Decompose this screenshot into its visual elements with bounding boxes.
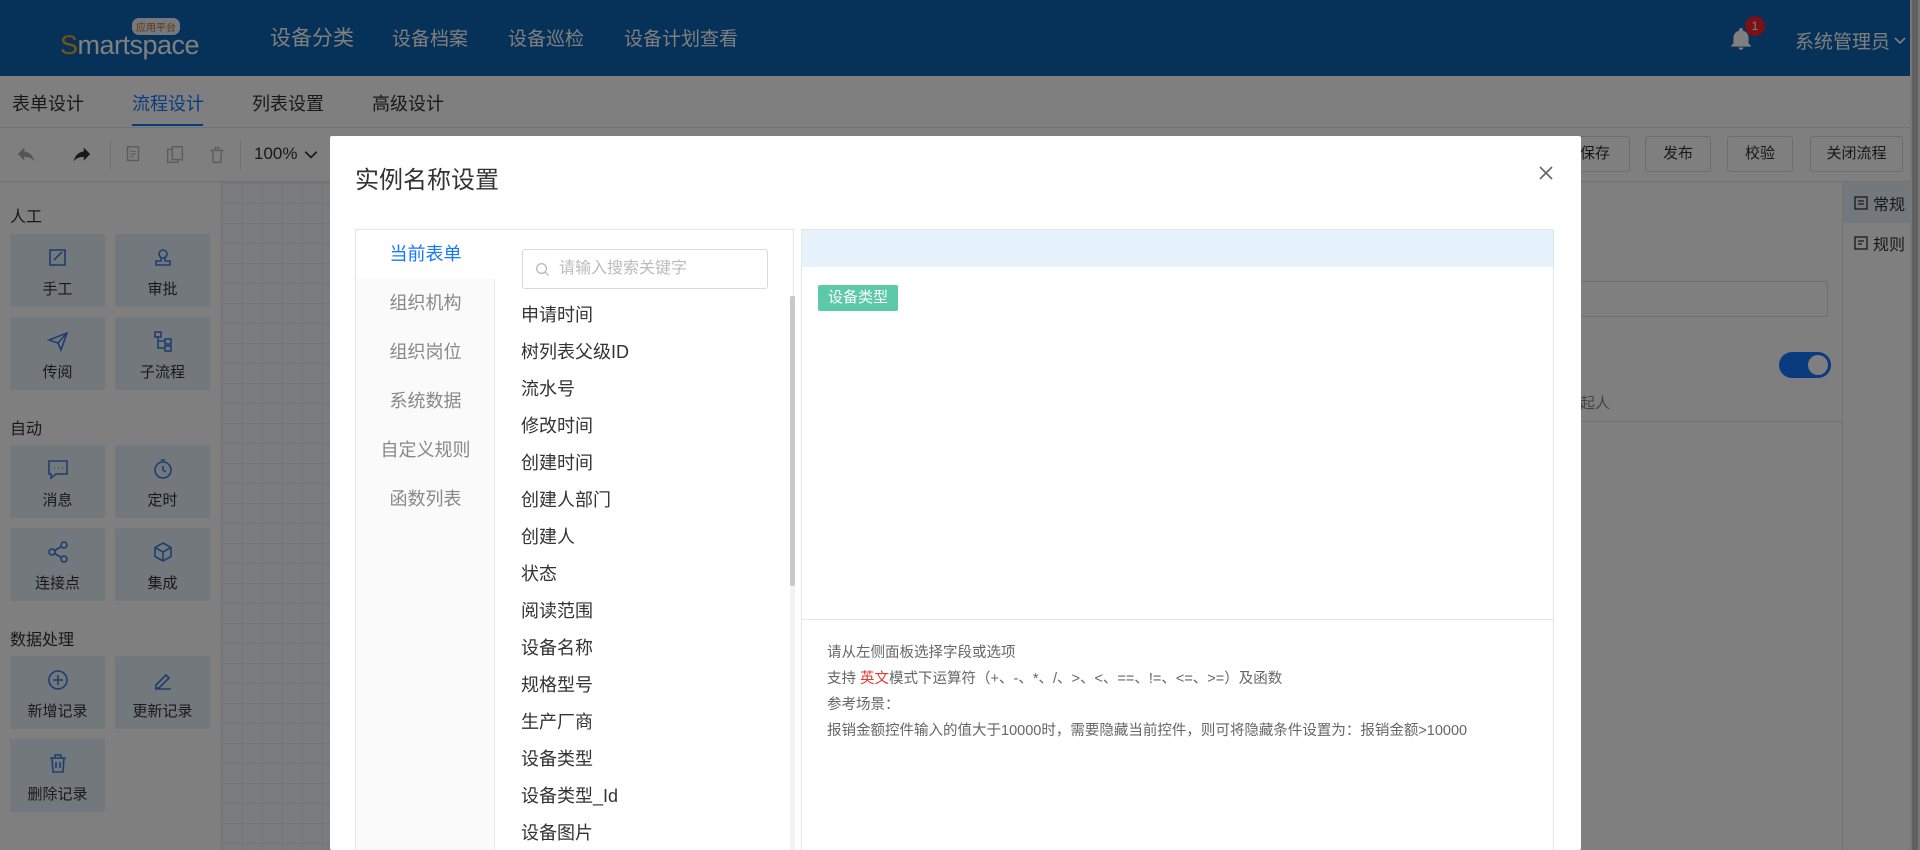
list-item[interactable]: 修改时间 bbox=[521, 408, 593, 445]
list-item[interactable]: 创建人 bbox=[521, 519, 575, 556]
help-text-line: 支持 英文模式下运算符（+、-、*、/、>、<、==、!=、<=、>=）及函数 bbox=[827, 671, 1283, 687]
editor-header bbox=[802, 230, 1553, 267]
list-item[interactable]: 流水号 bbox=[521, 371, 575, 408]
category-list: 当前表单 组织机构 组织岗位 系统数据 自定义规则 函数列表 bbox=[356, 230, 495, 850]
dialog-title: 实例名称设置 bbox=[355, 167, 499, 194]
selected-field-chip[interactable]: 设备类型 bbox=[818, 285, 899, 311]
field-picker: 当前表单 组织机构 组织岗位 系统数据 自定义规则 函数列表 申请时间 树列表父… bbox=[355, 229, 795, 850]
help-text-line: 报销金额控件输入的值大于10000时，需要隐藏当前控件，则可将隐藏条件设置为：报… bbox=[827, 723, 1468, 739]
category-organization[interactable]: 组织机构 bbox=[356, 279, 495, 328]
expression-editor[interactable]: 设备类型 请从左侧面板选择字段或选项 支持 英文模式下运算符（+、-、*、/、>… bbox=[801, 229, 1554, 850]
list-item[interactable]: 规格型号 bbox=[521, 667, 593, 704]
search-input[interactable] bbox=[559, 258, 759, 280]
list-item[interactable]: 阅读范围 bbox=[521, 593, 593, 630]
list-item[interactable]: 创建时间 bbox=[521, 445, 593, 482]
list-item[interactable]: 生产厂商 bbox=[521, 704, 593, 741]
list-item[interactable]: 设备图片 bbox=[521, 815, 593, 850]
list-item[interactable]: 申请时间 bbox=[521, 297, 593, 334]
list-item[interactable]: 创建人部门 bbox=[521, 482, 611, 519]
category-current-form[interactable]: 当前表单 bbox=[356, 230, 495, 279]
category-system-data[interactable]: 系统数据 bbox=[356, 377, 495, 426]
search-box[interactable] bbox=[522, 249, 768, 289]
field-list: 申请时间 树列表父级ID 流水号 修改时间 创建时间 创建人部门 创建人 状态 … bbox=[501, 297, 775, 850]
list-item[interactable]: 设备名称 bbox=[521, 630, 593, 667]
field-list-scrollbar-thumb[interactable] bbox=[790, 296, 795, 586]
list-item[interactable]: 树列表父级ID bbox=[521, 334, 629, 371]
category-functions[interactable]: 函数列表 bbox=[356, 475, 495, 524]
help-text-line: 参考场景： bbox=[827, 697, 900, 713]
instance-name-dialog: 实例名称设置 当前表单 组织机构 组织岗位 系统数据 自定义规则 函数列表 申请… bbox=[330, 136, 1581, 850]
list-item[interactable]: 状态 bbox=[521, 556, 557, 593]
search-icon bbox=[536, 263, 550, 277]
close-icon[interactable] bbox=[1535, 162, 1557, 184]
category-positions[interactable]: 组织岗位 bbox=[356, 328, 495, 377]
category-custom-rules[interactable]: 自定义规则 bbox=[356, 426, 495, 475]
divider bbox=[802, 619, 1553, 620]
list-item[interactable]: 设备类型 bbox=[521, 741, 593, 778]
list-item[interactable]: 设备类型_Id bbox=[521, 778, 618, 815]
help-text-line: 请从左侧面板选择字段或选项 bbox=[827, 645, 1016, 661]
